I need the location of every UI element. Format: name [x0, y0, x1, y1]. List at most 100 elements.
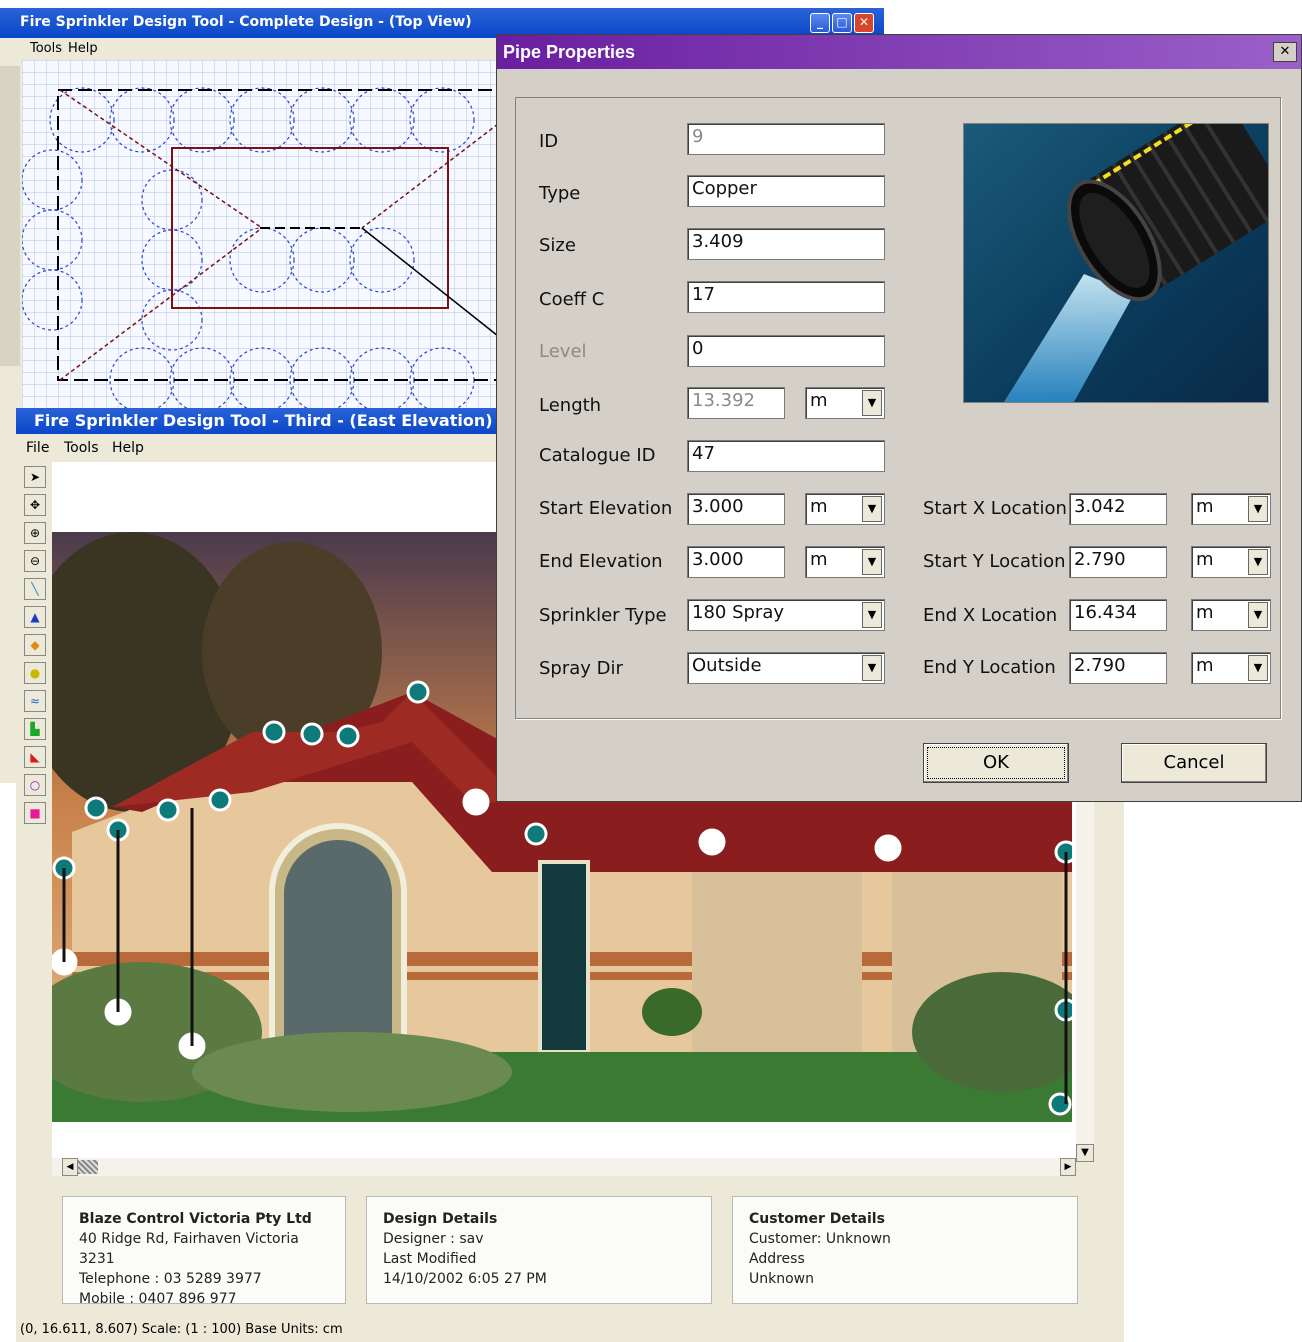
company-heading: Blaze Control Victoria Pty Ltd — [79, 1211, 312, 1227]
end-y-field[interactable]: 2.790 — [1069, 652, 1167, 684]
pipe-image — [963, 123, 1269, 403]
junction-icon[interactable]: ● — [24, 662, 46, 684]
spray-dir-select[interactable]: Outside ▼ — [687, 652, 885, 684]
east-elevation-title: Fire Sprinkler Design Tool - Third - (Ea… — [34, 411, 493, 430]
reducer-icon[interactable]: ◣ — [24, 746, 46, 768]
customer-address: Unknown — [749, 1271, 814, 1287]
length-field[interactable]: 13.392 — [687, 387, 785, 419]
length-unit-value: m — [810, 390, 828, 411]
customer-heading: Customer Details — [749, 1211, 885, 1227]
sprinkler-icon[interactable]: ▲ — [24, 606, 46, 628]
dialog-titlebar[interactable]: Pipe Properties ✕ — [497, 35, 1301, 69]
wave-icon[interactable]: ≈ — [24, 690, 46, 712]
pan-icon[interactable]: ✥ — [24, 494, 46, 516]
start-elevation-field[interactable]: 3.000 — [687, 493, 785, 525]
label-end-x-location: End X Location — [923, 605, 1058, 626]
spray-dir-value: Outside — [692, 655, 762, 676]
menu-help[interactable]: Help — [68, 41, 98, 56]
menu-file[interactable]: File — [26, 440, 49, 456]
end-x-unit-select[interactable]: m ▼ — [1191, 599, 1271, 631]
start-elevation-unit-value: m — [810, 496, 828, 517]
chevron-down-icon[interactable]: ▼ — [862, 655, 882, 681]
maximize-button[interactable]: □ — [832, 13, 852, 33]
sprinkler-type-select[interactable]: 180 Spray ▼ — [687, 599, 885, 631]
status-text: (0, 16.611, 8.607) Scale: (1 : 100) Base… — [20, 1322, 343, 1337]
scroll-down-button[interactable]: ▼ — [1076, 1144, 1094, 1162]
rectangle-icon[interactable]: ■ — [24, 802, 46, 824]
start-y-unit-select[interactable]: m ▼ — [1191, 546, 1271, 578]
menu-tools[interactable]: Tools — [30, 41, 62, 56]
type-field[interactable]: Copper — [687, 175, 885, 207]
circle-icon[interactable]: ○ — [24, 774, 46, 796]
level-field[interactable]: 0 — [687, 335, 885, 367]
label-start-elevation: Start Elevation — [539, 498, 673, 519]
start-y-field[interactable]: 2.790 — [1069, 546, 1167, 578]
label-id: ID — [539, 131, 559, 152]
label-coeff-c: Coeff C — [539, 289, 605, 310]
minimize-button[interactable]: _ — [810, 13, 830, 33]
zoom-in-icon[interactable]: ⊕ — [24, 522, 46, 544]
company-telephone: Telephone : 03 5289 3977 — [79, 1271, 262, 1287]
pipe-properties-dialog: Pipe Properties ✕ ID Type Size Coeff C L… — [496, 34, 1302, 802]
horizontal-scrollbar[interactable]: ◀ ▶ — [52, 1158, 1076, 1176]
end-y-unit-select[interactable]: m ▼ — [1191, 652, 1271, 684]
chevron-down-icon[interactable]: ▼ — [862, 496, 882, 522]
end-x-field[interactable]: 16.434 — [1069, 599, 1167, 631]
zoom-out-icon[interactable]: ⊖ — [24, 550, 46, 572]
catalogue-id-field[interactable]: 47 — [687, 440, 885, 472]
menu-help[interactable]: Help — [112, 440, 144, 456]
customer-details-box: Customer Details Customer: Unknown Addre… — [732, 1196, 1078, 1304]
design-last-modified-date: 14/10/2002 6:05 27 PM — [383, 1271, 547, 1287]
chevron-down-icon[interactable]: ▼ — [1248, 602, 1268, 628]
end-elevation-unit-select[interactable]: m ▼ — [805, 546, 885, 578]
cancel-button[interactable]: Cancel — [1121, 743, 1267, 783]
design-heading: Design Details — [383, 1211, 498, 1227]
label-sprinkler-type: Sprinkler Type — [539, 605, 667, 626]
end-x-unit-value: m — [1196, 602, 1214, 623]
label-catalogue-id: Catalogue ID — [539, 445, 656, 466]
chevron-down-icon[interactable]: ▼ — [862, 549, 882, 575]
sprinkler-type-value: 180 Spray — [692, 602, 785, 623]
coeff-c-field[interactable]: 17 — [687, 281, 885, 313]
valve-icon[interactable]: ◆ — [24, 634, 46, 656]
length-unit-select[interactable]: m ▼ — [805, 387, 885, 419]
top-view-title: Fire Sprinkler Design Tool - Complete De… — [20, 14, 472, 30]
chevron-down-icon[interactable]: ▼ — [1248, 549, 1268, 575]
label-level: Level — [539, 341, 587, 362]
scroll-right-button[interactable]: ▶ — [1060, 1158, 1076, 1176]
menu-tools[interactable]: Tools — [64, 440, 99, 456]
pointer-icon[interactable]: ➤ — [24, 466, 46, 488]
chevron-down-icon[interactable]: ▼ — [862, 390, 882, 416]
end-elevation-unit-value: m — [810, 549, 828, 570]
end-elevation-field[interactable]: 3.000 — [687, 546, 785, 578]
chevron-down-icon[interactable]: ▼ — [1248, 496, 1268, 522]
chevron-down-icon[interactable]: ▼ — [862, 602, 882, 628]
label-end-y-location: End Y Location — [923, 657, 1056, 678]
scroll-left-button[interactable]: ◀ — [62, 1158, 78, 1176]
elbow-icon[interactable]: ▙ — [24, 718, 46, 740]
size-field[interactable]: 3.409 — [687, 228, 885, 260]
label-length: Length — [539, 395, 602, 416]
label-spray-dir: Spray Dir — [539, 658, 623, 679]
design-last-modified-label: Last Modified — [383, 1251, 477, 1267]
ok-button-label: OK — [983, 752, 1009, 773]
design-details-box: Design Details Designer : sav Last Modif… — [366, 1196, 712, 1304]
start-x-field[interactable]: 3.042 — [1069, 493, 1167, 525]
tool-palette: ➤ ✥ ⊕ ⊖ ╲ ▲ ◆ ● ≈ ▙ ◣ ○ ■ — [22, 466, 48, 838]
end-y-unit-value: m — [1196, 655, 1214, 676]
label-type: Type — [539, 183, 581, 204]
start-x-unit-select[interactable]: m ▼ — [1191, 493, 1271, 525]
label-size: Size — [539, 235, 576, 256]
start-elevation-unit-select[interactable]: m ▼ — [805, 493, 885, 525]
close-button[interactable]: ✕ — [854, 13, 874, 33]
top-view-canvas[interactable] — [22, 60, 498, 416]
ok-button[interactable]: OK — [923, 743, 1069, 783]
id-field[interactable]: 9 — [687, 123, 885, 155]
scroll-thumb[interactable] — [78, 1160, 98, 1174]
label-start-x-location: Start X Location — [923, 498, 1067, 519]
dialog-close-button[interactable]: ✕ — [1273, 42, 1297, 62]
start-y-unit-value: m — [1196, 549, 1214, 570]
design-designer: Designer : sav — [383, 1231, 484, 1247]
pipe-icon[interactable]: ╲ — [24, 578, 46, 600]
chevron-down-icon[interactable]: ▼ — [1248, 655, 1268, 681]
